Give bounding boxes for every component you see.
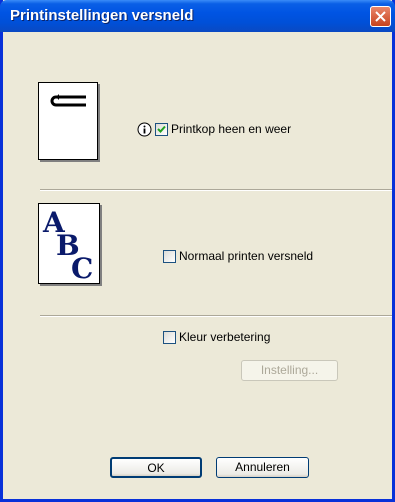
info-icon[interactable] [137, 122, 152, 137]
title-bar[interactable]: Printinstellingen versneld [0, 0, 395, 32]
color-enhancement-checkbox[interactable] [163, 331, 176, 344]
color-enhancement-label[interactable]: Kleur verbetering [179, 330, 270, 344]
window-title: Printinstellingen versneld [10, 7, 194, 24]
dialog-window: Printinstellingen versneld Printkop heen… [0, 0, 395, 502]
ok-button[interactable]: OK [110, 457, 202, 478]
separator-2 [40, 315, 392, 317]
settings-button[interactable]: Instelling... [241, 360, 338, 381]
bidirectional-label[interactable]: Printkop heen en weer [171, 122, 291, 136]
svg-text:C: C [71, 252, 93, 283]
separator-1 [40, 189, 392, 191]
abc-text-icon: A B C [38, 203, 100, 285]
checkmark-icon [157, 125, 166, 133]
close-icon [375, 11, 386, 22]
cancel-button[interactable]: Annuleren [216, 457, 309, 478]
bidirectional-checkbox[interactable] [155, 123, 168, 136]
close-button[interactable] [370, 6, 391, 27]
normal-fast-checkbox[interactable] [163, 250, 176, 263]
normal-fast-label[interactable]: Normaal printen versneld [179, 249, 313, 263]
print-head-icon [38, 82, 98, 160]
